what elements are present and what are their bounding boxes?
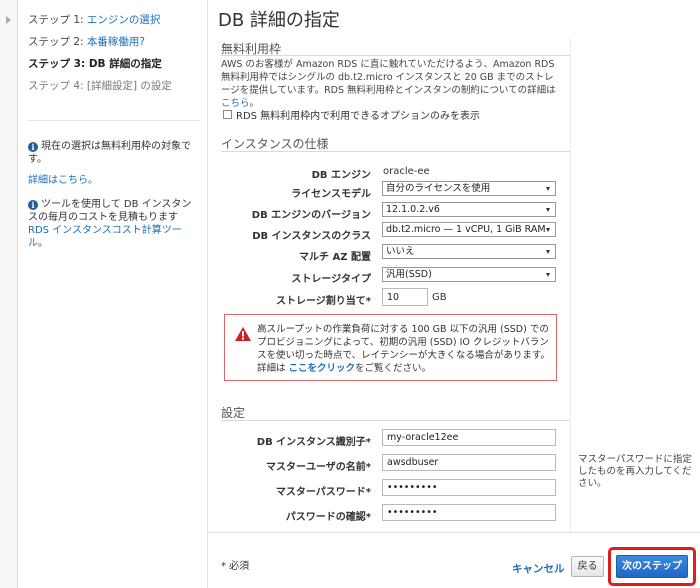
- master-username-input[interactable]: [382, 454, 556, 471]
- sidebar-step-3-current: ステップ 3: DB 詳細の指定: [28, 56, 162, 71]
- storage-type-select[interactable]: 汎用(SSD): [382, 267, 556, 282]
- warning-text: 高スループットの作業負荷に対する 100 GB 以下の汎用 (SSD) でのプロ…: [257, 324, 550, 374]
- multi-az-select[interactable]: いいえ: [382, 244, 556, 259]
- db-engine-label: DB エンジン: [311, 170, 371, 181]
- free-tier-filter-checkbox[interactable]: [223, 110, 232, 119]
- cost-calculator-link[interactable]: RDS インスタンスコスト計算ツール: [28, 225, 182, 249]
- step-prefix: ステップ 1:: [28, 14, 87, 26]
- section-divider: [221, 151, 570, 152]
- dropdown-arrow-icon: [546, 228, 550, 232]
- db-engine-value: oracle-ee: [383, 166, 430, 177]
- sidebar-step-4: ステップ 4: [詳細設定] の設定: [28, 78, 172, 93]
- instance-spec-section-title: インスタンスの仕様: [221, 137, 329, 151]
- step-label: ステップ 4: [詳細設定] の設定: [28, 80, 172, 92]
- section-divider: [221, 55, 570, 56]
- content-divider: [570, 38, 571, 532]
- step-link[interactable]: エンジンの選択: [87, 14, 161, 26]
- section-divider: [221, 420, 570, 421]
- engine-version-label: DB エンジンのバージョン: [251, 210, 371, 221]
- sidebar-collapse-strip[interactable]: [0, 0, 18, 588]
- dropdown-arrow-icon: [546, 250, 550, 254]
- license-model-label: ライセンスモデル: [291, 189, 371, 200]
- sidebar-step-2[interactable]: ステップ 2: 本番稼働用?: [28, 34, 145, 49]
- details-link-row: 詳細はこちら。: [28, 174, 200, 187]
- checkbox-label: RDS 無料利用枠内で利用できるオプションのみを表示: [236, 111, 480, 122]
- storage-warning-box: 高スループットの作業負荷に対する 100 GB 以下の汎用 (SSD) でのプロ…: [224, 314, 557, 381]
- instance-class-label: DB インスタンスのクラス: [252, 231, 371, 242]
- confirm-password-input[interactable]: [382, 504, 556, 521]
- back-button[interactable]: 戻る: [571, 556, 604, 577]
- main-panel-border: [207, 0, 208, 588]
- dropdown-arrow-icon: [546, 273, 550, 277]
- footer-divider: [208, 532, 700, 533]
- storage-allocation-input[interactable]: [382, 288, 428, 306]
- warning-details-link[interactable]: ここをクリック: [289, 363, 356, 374]
- free-tier-notice: i 現在の選択は無料利用枠の対象です。: [28, 141, 191, 165]
- required-note: * 必須: [221, 561, 250, 572]
- storage-unit-label: GB: [432, 292, 447, 303]
- step-link[interactable]: 本番稼働用?: [87, 36, 145, 48]
- dropdown-arrow-icon: [546, 208, 550, 212]
- master-password-input[interactable]: [382, 479, 556, 496]
- db-identifier-label: DB インスタンス識別子*: [256, 437, 371, 448]
- step-label: ステップ 3: DB 詳細の指定: [28, 58, 162, 70]
- details-link[interactable]: 詳細はこちら。: [28, 175, 98, 186]
- free-tier-filter-checkbox-row[interactable]: RDS 無料利用枠内で利用できるオプションのみを表示: [223, 107, 480, 122]
- engine-version-select[interactable]: 12.1.0.2.v6: [382, 202, 556, 217]
- master-username-label: マスターユーザの名前*: [265, 462, 371, 473]
- info-icon: i: [28, 142, 38, 152]
- confirm-password-hint: マスターパスワードに指定したものを再入力してください。: [578, 454, 692, 489]
- next-step-button[interactable]: 次のステップ: [616, 555, 688, 578]
- warning-icon: [235, 327, 251, 341]
- instance-class-select[interactable]: db.t2.micro — 1 vCPU, 1 GiB RAM: [382, 222, 556, 237]
- master-password-label: マスターパスワード*: [275, 487, 371, 498]
- settings-section-title: 設定: [221, 406, 246, 420]
- page-title: DB 詳細の指定: [218, 10, 340, 31]
- step-prefix: ステップ 2:: [28, 36, 87, 48]
- info-icon: i: [28, 200, 38, 210]
- license-model-select[interactable]: 自分のライセンスを使用: [382, 181, 556, 196]
- sidebar-divider: [28, 120, 200, 121]
- confirm-password-label: パスワードの確認*: [285, 512, 371, 523]
- dropdown-arrow-icon: [546, 187, 550, 191]
- multi-az-label: マルチ AZ 配置: [299, 252, 371, 263]
- db-identifier-input[interactable]: [382, 429, 556, 446]
- expand-triangle-icon: [6, 16, 11, 24]
- cancel-link[interactable]: キャンセル: [512, 561, 565, 576]
- storage-allocation-label: ストレージ割り当て*: [275, 296, 371, 307]
- wizard-sidebar: ステップ 1: エンジンの選択 ステップ 2: 本番稼働用? ステップ 3: D…: [28, 0, 200, 588]
- free-tier-description: AWS のお客様が Amazon RDS に直に触れていただけるよう、Amazo…: [221, 59, 556, 109]
- storage-type-label: ストレージタイプ: [291, 274, 371, 285]
- sidebar-step-1[interactable]: ステップ 1: エンジンの選択: [28, 12, 160, 27]
- cost-tool-notice: i ツールを使用して DB インスタンスの毎月のコストを見積もります RDS イン…: [28, 199, 192, 249]
